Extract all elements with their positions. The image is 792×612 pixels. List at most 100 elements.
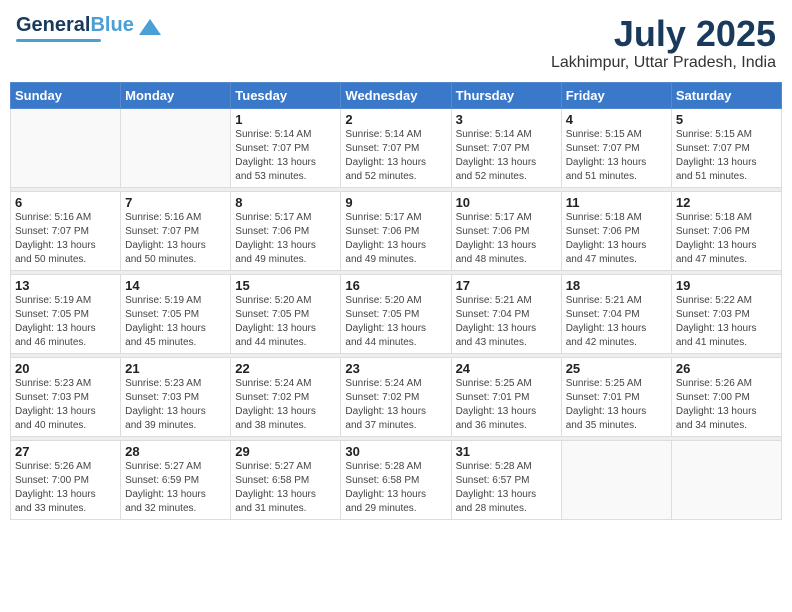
day-number: 7 (125, 195, 226, 210)
calendar-cell: 28Sunrise: 5:27 AMSunset: 6:59 PMDayligh… (121, 440, 231, 519)
day-number: 29 (235, 444, 336, 459)
calendar-cell: 2Sunrise: 5:14 AMSunset: 7:07 PMDaylight… (341, 108, 451, 187)
day-number: 8 (235, 195, 336, 210)
day-number: 1 (235, 112, 336, 127)
day-number: 4 (566, 112, 667, 127)
calendar-week-row-5: 27Sunrise: 5:26 AMSunset: 7:00 PMDayligh… (11, 440, 782, 519)
day-number: 14 (125, 278, 226, 293)
day-info: Sunrise: 5:16 AMSunset: 7:07 PMDaylight:… (15, 211, 116, 267)
day-info: Sunrise: 5:26 AMSunset: 7:00 PMDaylight:… (15, 460, 116, 516)
calendar-cell: 9Sunrise: 5:17 AMSunset: 7:06 PMDaylight… (341, 191, 451, 270)
day-number: 30 (345, 444, 446, 459)
calendar-cell: 11Sunrise: 5:18 AMSunset: 7:06 PMDayligh… (561, 191, 671, 270)
weekday-header-friday: Friday (561, 82, 671, 108)
day-number: 18 (566, 278, 667, 293)
calendar-cell: 25Sunrise: 5:25 AMSunset: 7:01 PMDayligh… (561, 357, 671, 436)
day-info: Sunrise: 5:22 AMSunset: 7:03 PMDaylight:… (676, 294, 777, 350)
day-number: 25 (566, 361, 667, 376)
calendar-cell: 21Sunrise: 5:23 AMSunset: 7:03 PMDayligh… (121, 357, 231, 436)
day-info: Sunrise: 5:21 AMSunset: 7:04 PMDaylight:… (566, 294, 667, 350)
day-info: Sunrise: 5:18 AMSunset: 7:06 PMDaylight:… (566, 211, 667, 267)
calendar-cell: 17Sunrise: 5:21 AMSunset: 7:04 PMDayligh… (451, 274, 561, 353)
weekday-header-saturday: Saturday (671, 82, 781, 108)
day-info: Sunrise: 5:14 AMSunset: 7:07 PMDaylight:… (456, 128, 557, 184)
month-title: July 2025 (551, 14, 776, 54)
day-info: Sunrise: 5:21 AMSunset: 7:04 PMDaylight:… (456, 294, 557, 350)
calendar-cell (561, 440, 671, 519)
calendar-cell (671, 440, 781, 519)
day-info: Sunrise: 5:15 AMSunset: 7:07 PMDaylight:… (566, 128, 667, 184)
day-info: Sunrise: 5:19 AMSunset: 7:05 PMDaylight:… (125, 294, 226, 350)
day-number: 2 (345, 112, 446, 127)
calendar-cell: 5Sunrise: 5:15 AMSunset: 7:07 PMDaylight… (671, 108, 781, 187)
day-number: 21 (125, 361, 226, 376)
weekday-header-row: SundayMondayTuesdayWednesdayThursdayFrid… (11, 82, 782, 108)
day-info: Sunrise: 5:19 AMSunset: 7:05 PMDaylight:… (15, 294, 116, 350)
calendar-cell: 4Sunrise: 5:15 AMSunset: 7:07 PMDaylight… (561, 108, 671, 187)
day-info: Sunrise: 5:16 AMSunset: 7:07 PMDaylight:… (125, 211, 226, 267)
calendar-table: SundayMondayTuesdayWednesdayThursdayFrid… (10, 82, 782, 520)
day-number: 19 (676, 278, 777, 293)
day-info: Sunrise: 5:20 AMSunset: 7:05 PMDaylight:… (235, 294, 336, 350)
day-info: Sunrise: 5:15 AMSunset: 7:07 PMDaylight:… (676, 128, 777, 184)
day-info: Sunrise: 5:18 AMSunset: 7:06 PMDaylight:… (676, 211, 777, 267)
calendar-cell: 6Sunrise: 5:16 AMSunset: 7:07 PMDaylight… (11, 191, 121, 270)
calendar-week-row-1: 1Sunrise: 5:14 AMSunset: 7:07 PMDaylight… (11, 108, 782, 187)
day-info: Sunrise: 5:28 AMSunset: 6:58 PMDaylight:… (345, 460, 446, 516)
day-number: 11 (566, 195, 667, 210)
day-number: 26 (676, 361, 777, 376)
calendar-cell: 23Sunrise: 5:24 AMSunset: 7:02 PMDayligh… (341, 357, 451, 436)
day-info: Sunrise: 5:14 AMSunset: 7:07 PMDaylight:… (235, 128, 336, 184)
day-number: 15 (235, 278, 336, 293)
calendar-week-row-4: 20Sunrise: 5:23 AMSunset: 7:03 PMDayligh… (11, 357, 782, 436)
logo-icon (139, 19, 161, 35)
calendar-cell: 7Sunrise: 5:16 AMSunset: 7:07 PMDaylight… (121, 191, 231, 270)
calendar-cell: 24Sunrise: 5:25 AMSunset: 7:01 PMDayligh… (451, 357, 561, 436)
day-info: Sunrise: 5:17 AMSunset: 7:06 PMDaylight:… (235, 211, 336, 267)
day-number: 9 (345, 195, 446, 210)
day-number: 3 (456, 112, 557, 127)
day-info: Sunrise: 5:14 AMSunset: 7:07 PMDaylight:… (345, 128, 446, 184)
day-number: 24 (456, 361, 557, 376)
day-info: Sunrise: 5:17 AMSunset: 7:06 PMDaylight:… (456, 211, 557, 267)
day-info: Sunrise: 5:23 AMSunset: 7:03 PMDaylight:… (15, 377, 116, 433)
day-info: Sunrise: 5:25 AMSunset: 7:01 PMDaylight:… (566, 377, 667, 433)
calendar-week-row-2: 6Sunrise: 5:16 AMSunset: 7:07 PMDaylight… (11, 191, 782, 270)
weekday-header-tuesday: Tuesday (231, 82, 341, 108)
day-info: Sunrise: 5:28 AMSunset: 6:57 PMDaylight:… (456, 460, 557, 516)
day-info: Sunrise: 5:27 AMSunset: 6:59 PMDaylight:… (125, 460, 226, 516)
day-number: 5 (676, 112, 777, 127)
weekday-header-monday: Monday (121, 82, 231, 108)
day-number: 16 (345, 278, 446, 293)
day-number: 13 (15, 278, 116, 293)
day-info: Sunrise: 5:17 AMSunset: 7:06 PMDaylight:… (345, 211, 446, 267)
calendar-cell: 26Sunrise: 5:26 AMSunset: 7:00 PMDayligh… (671, 357, 781, 436)
day-info: Sunrise: 5:23 AMSunset: 7:03 PMDaylight:… (125, 377, 226, 433)
day-number: 12 (676, 195, 777, 210)
weekday-header-thursday: Thursday (451, 82, 561, 108)
calendar-cell: 31Sunrise: 5:28 AMSunset: 6:57 PMDayligh… (451, 440, 561, 519)
calendar-cell: 14Sunrise: 5:19 AMSunset: 7:05 PMDayligh… (121, 274, 231, 353)
calendar-cell (11, 108, 121, 187)
calendar-cell: 20Sunrise: 5:23 AMSunset: 7:03 PMDayligh… (11, 357, 121, 436)
calendar-cell: 30Sunrise: 5:28 AMSunset: 6:58 PMDayligh… (341, 440, 451, 519)
location-subtitle: Lakhimpur, Uttar Pradesh, India (551, 54, 776, 72)
weekday-header-sunday: Sunday (11, 82, 121, 108)
calendar-cell: 18Sunrise: 5:21 AMSunset: 7:04 PMDayligh… (561, 274, 671, 353)
logo: GeneralBlue (16, 14, 161, 42)
day-info: Sunrise: 5:26 AMSunset: 7:00 PMDaylight:… (676, 377, 777, 433)
page-header: GeneralBlue July 2025 Lakhimpur, Uttar P… (10, 10, 782, 76)
title-area: July 2025 Lakhimpur, Uttar Pradesh, Indi… (551, 14, 776, 72)
calendar-cell: 8Sunrise: 5:17 AMSunset: 7:06 PMDaylight… (231, 191, 341, 270)
calendar-cell: 12Sunrise: 5:18 AMSunset: 7:06 PMDayligh… (671, 191, 781, 270)
day-number: 27 (15, 444, 116, 459)
day-info: Sunrise: 5:25 AMSunset: 7:01 PMDaylight:… (456, 377, 557, 433)
day-info: Sunrise: 5:27 AMSunset: 6:58 PMDaylight:… (235, 460, 336, 516)
weekday-header-wednesday: Wednesday (341, 82, 451, 108)
logo-general: General (16, 14, 90, 36)
calendar-week-row-3: 13Sunrise: 5:19 AMSunset: 7:05 PMDayligh… (11, 274, 782, 353)
day-number: 17 (456, 278, 557, 293)
day-info: Sunrise: 5:24 AMSunset: 7:02 PMDaylight:… (345, 377, 446, 433)
day-info: Sunrise: 5:20 AMSunset: 7:05 PMDaylight:… (345, 294, 446, 350)
day-number: 20 (15, 361, 116, 376)
